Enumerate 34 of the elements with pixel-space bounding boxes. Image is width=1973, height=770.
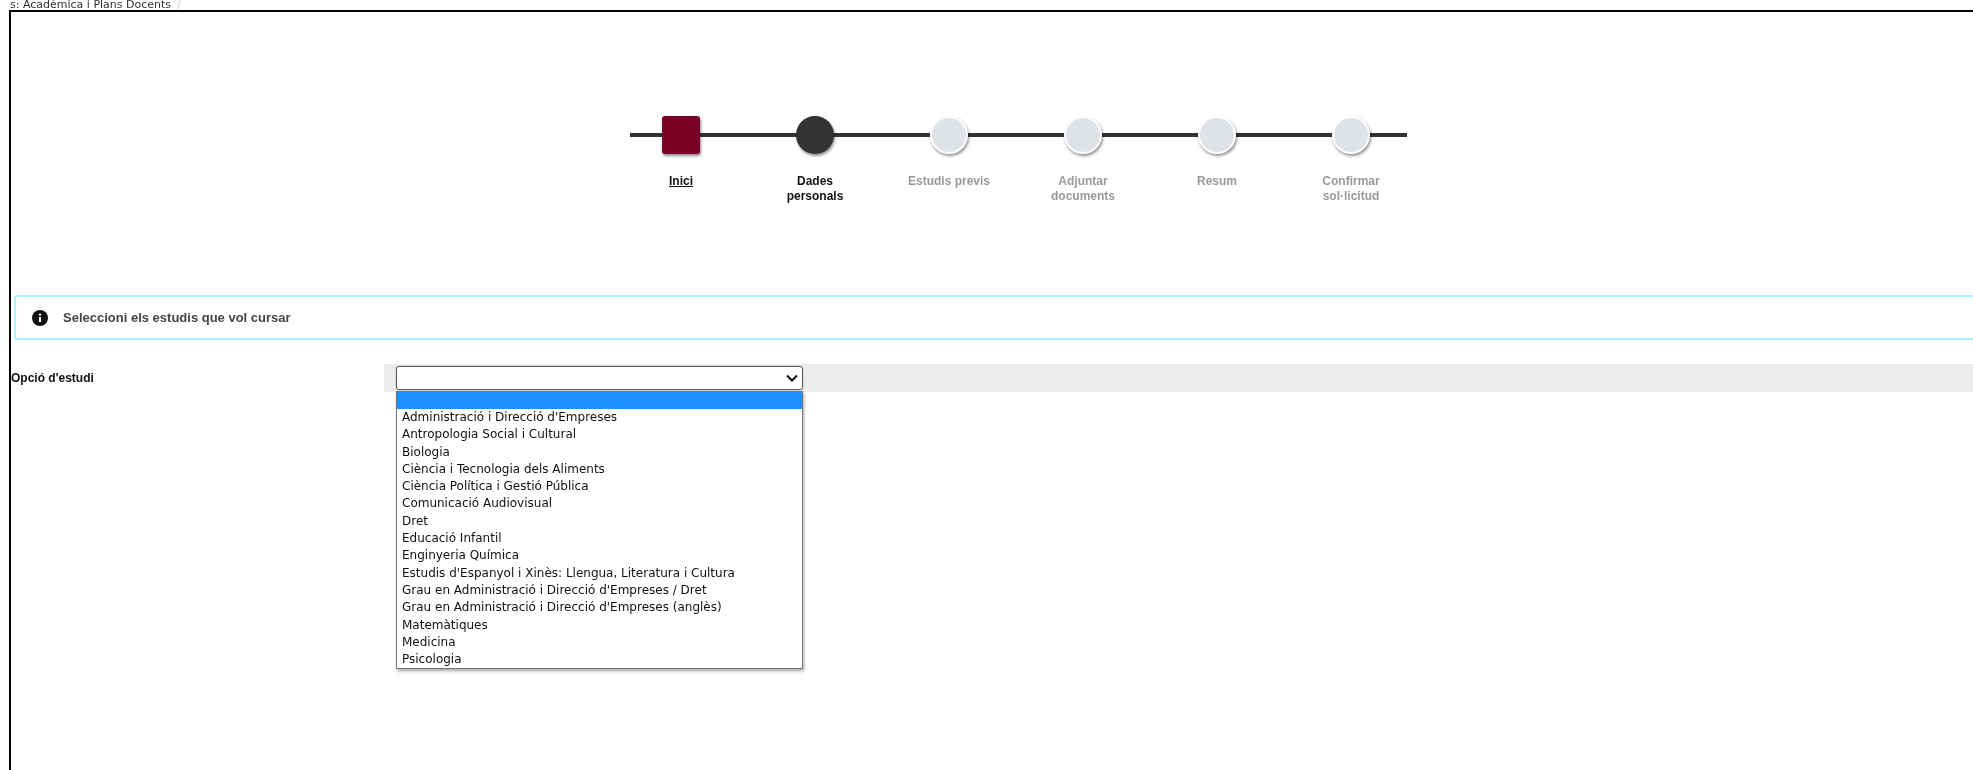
- step-circle: [1064, 116, 1102, 154]
- dropdown-option[interactable]: Matemàtiques: [397, 616, 802, 634]
- dropdown-option[interactable]: Enginyeria Química: [397, 547, 802, 565]
- dropdown-option[interactable]: Dret: [397, 512, 802, 531]
- dropdown-option[interactable]: Biologia: [397, 443, 802, 461]
- dropdown-option[interactable]: Medicina: [397, 633, 802, 652]
- dropdown-option[interactable]: Grau en Administració i Direcció d'Empreses (anglès): [397, 599, 802, 617]
- dropdown-option[interactable]: Educació Infantil: [397, 530, 802, 548]
- dropdown-option[interactable]: Grau en Administració i Direcció d'Empreses / Dret: [397, 581, 802, 600]
- dropdown-option[interactable]: Psicologia: [397, 651, 802, 669]
- dropdown-option[interactable]: Estudis d'Espanyol i Xinès: Llengua, Literatura i Cultura: [397, 564, 802, 582]
- step-circle: [1198, 116, 1236, 154]
- notice-message: Seleccioni els estudis que vol cursar: [63, 310, 291, 325]
- step-label: Estudis previs: [907, 174, 991, 190]
- chevron-down-icon: [786, 374, 798, 382]
- breadcrumb-separator: /: [177, 0, 181, 10]
- step-square: [662, 116, 700, 154]
- info-icon: [32, 309, 48, 326]
- step-label: Dades personals: [785, 174, 845, 204]
- breadcrumb-link[interactable]: s: Acadèmica i Plans Docents: [10, 0, 172, 10]
- dropdown-option[interactable]: Administració i Direcció d'Empreses: [397, 409, 802, 427]
- step-label: Adjuntar documents: [1050, 174, 1116, 204]
- study-select[interactable]: [396, 366, 803, 390]
- step-label: Resum: [1196, 174, 1238, 190]
- field-label: Opció d'estudi: [11, 371, 95, 385]
- step-label: Confirmar sol·licitud: [1321, 174, 1381, 204]
- dropdown-option[interactable]: Ciència i Tecnologia dels Aliments: [397, 460, 802, 479]
- step-circle: [930, 116, 968, 154]
- step-circle: [1332, 116, 1370, 154]
- dropdown-option[interactable]: Ciència Política i Gestió Pública: [397, 478, 802, 496]
- dropdown-option[interactable]: Antropologia Social i Cultural: [397, 426, 802, 444]
- step-link[interactable]: Inici: [633, 174, 729, 204]
- dropdown-option[interactable]: Comunicació Audiovisual: [397, 495, 802, 513]
- step-circle: [796, 116, 834, 154]
